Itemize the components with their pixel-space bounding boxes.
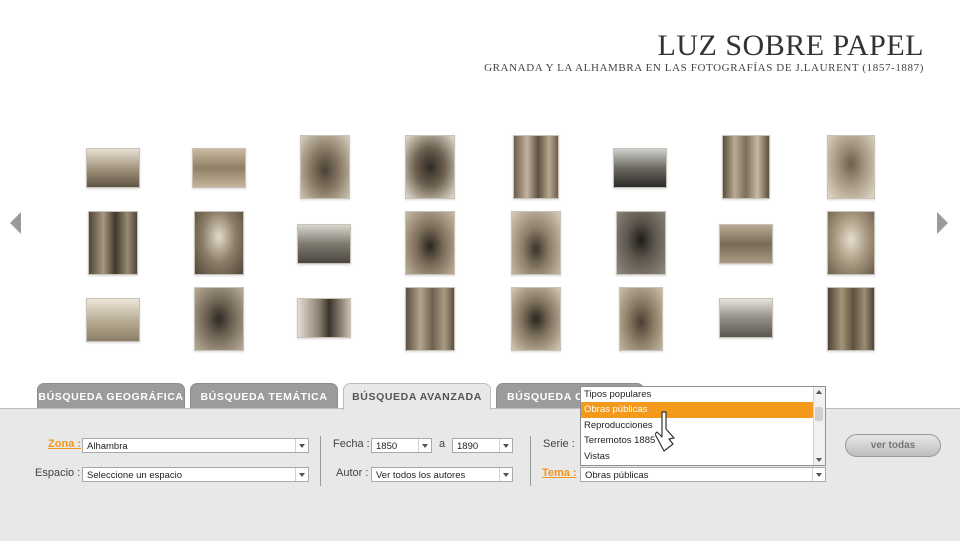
photo-thumbnail[interactable]: [511, 211, 561, 275]
scroll-up-arrow-icon[interactable]: [816, 390, 822, 394]
dropdown-option[interactable]: Reproducciones: [581, 418, 816, 433]
photo-thumbnail[interactable]: [86, 298, 140, 342]
photo-thumbnail[interactable]: [511, 287, 561, 351]
tab-busqueda-geografica[interactable]: BÚSQUEDA GEOGRÁFICA: [37, 383, 185, 408]
photo-thumbnail[interactable]: [827, 211, 875, 275]
previous-arrow-icon[interactable]: [10, 212, 21, 234]
tema-label[interactable]: Tema :: [542, 467, 577, 479]
column-divider: [530, 436, 531, 486]
autor-select[interactable]: Ver todos los autores: [371, 467, 513, 482]
chevron-down-icon: [812, 468, 825, 481]
fecha-from-select[interactable]: 1850: [371, 438, 432, 453]
espacio-select-value: Seleccione un espacio: [87, 470, 183, 481]
photo-thumbnail[interactable]: [719, 298, 773, 338]
zona-select[interactable]: Alhambra: [82, 438, 309, 453]
fecha-to-select[interactable]: 1890: [452, 438, 513, 453]
photo-thumbnail[interactable]: [86, 148, 140, 188]
photo-thumbnail[interactable]: [619, 287, 663, 351]
autor-select-value: Ver todos los autores: [376, 470, 466, 481]
espacio-label: Espacio :: [35, 467, 81, 479]
chevron-down-icon: [295, 468, 308, 481]
tema-select[interactable]: Obras públicas: [580, 467, 826, 482]
photo-thumbnail[interactable]: [88, 211, 138, 275]
photo-gallery: [0, 0, 960, 380]
photo-thumbnail[interactable]: [194, 211, 244, 275]
chevron-down-icon: [418, 439, 431, 452]
photo-thumbnail[interactable]: [613, 148, 667, 188]
photo-thumbnail[interactable]: [194, 287, 244, 351]
zona-label[interactable]: Zona :: [48, 438, 81, 450]
chevron-down-icon: [499, 468, 512, 481]
fecha-label: Fecha :: [333, 438, 370, 450]
chevron-down-icon: [499, 439, 512, 452]
column-divider: [320, 436, 321, 486]
scroll-down-arrow-icon[interactable]: [816, 458, 822, 462]
zona-select-value: Alhambra: [87, 441, 128, 452]
fecha-from-value: 1850: [376, 441, 398, 452]
chevron-down-icon: [295, 439, 308, 452]
autor-label: Autor :: [336, 467, 369, 479]
photo-thumbnail[interactable]: [405, 287, 455, 351]
ver-todas-button[interactable]: ver todas: [845, 434, 941, 457]
photo-thumbnail[interactable]: [297, 298, 351, 338]
dropdown-option[interactable]: Tipos populares: [581, 387, 816, 402]
photo-thumbnail[interactable]: [192, 148, 246, 188]
next-arrow-icon[interactable]: [937, 212, 948, 234]
photo-thumbnail[interactable]: [405, 135, 455, 199]
espacio-select[interactable]: Seleccione un espacio: [82, 467, 309, 482]
dropdown-option[interactable]: Terremotos 1885: [581, 433, 816, 448]
fecha-separator: a: [439, 438, 446, 450]
photo-thumbnail[interactable]: [722, 135, 770, 199]
dropdown-scrollbar[interactable]: [813, 387, 825, 465]
tema-select-value: Obras públicas: [585, 470, 649, 481]
photo-thumbnail[interactable]: [297, 224, 351, 264]
fecha-to-value: 1890: [457, 441, 479, 452]
photo-thumbnail[interactable]: [827, 287, 875, 351]
tab-busqueda-avanzada[interactable]: BÚSQUEDA AVANZADA: [343, 383, 491, 410]
photo-thumbnail[interactable]: [300, 135, 350, 199]
photo-thumbnail[interactable]: [719, 224, 773, 264]
photo-thumbnail[interactable]: [616, 211, 666, 275]
tema-dropdown-list[interactable]: Tipos populares Obras públicas Reproducc…: [580, 386, 826, 466]
scrollbar-thumb[interactable]: [815, 407, 823, 421]
dropdown-option[interactable]: Vistas: [581, 449, 816, 464]
tab-busqueda-tematica[interactable]: BÚSQUEDA TEMÁTICA: [190, 383, 338, 408]
photo-thumbnail[interactable]: [827, 135, 875, 199]
serie-label: Serie :: [543, 438, 575, 450]
photo-thumbnail[interactable]: [405, 211, 455, 275]
photo-thumbnail[interactable]: [513, 135, 559, 199]
dropdown-option-selected[interactable]: Obras públicas: [581, 402, 816, 418]
mouse-pointer-icon: [655, 411, 675, 452]
